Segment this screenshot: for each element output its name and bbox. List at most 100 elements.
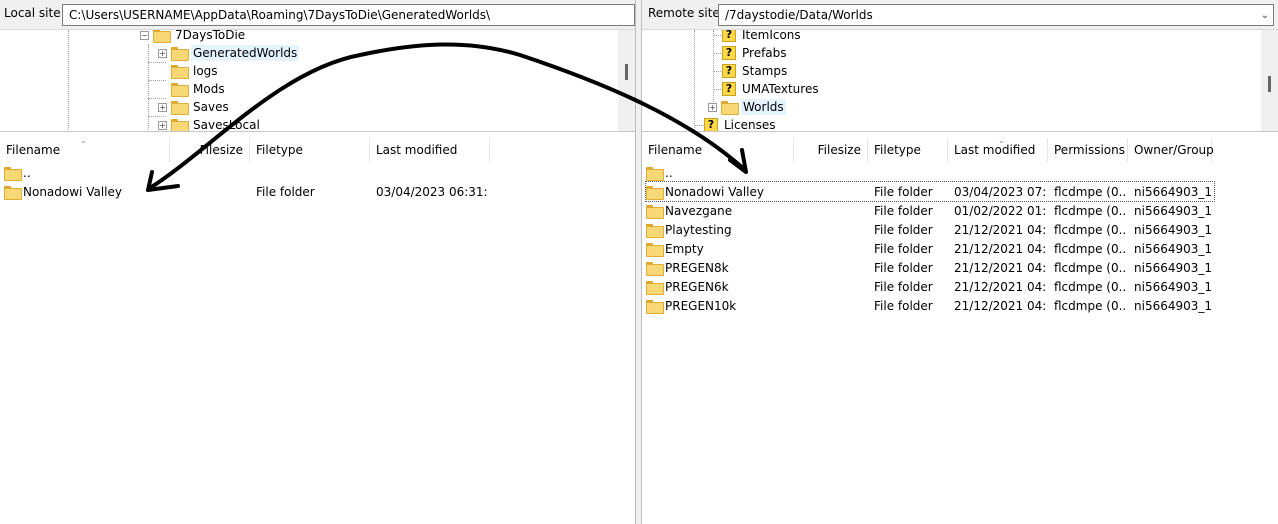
local-tree-item-7daystodie[interactable]: − 7DaysToDie [140,30,247,44]
file-name: Playtesting [665,222,732,237]
local-tree-item-saveslocal[interactable]: + SavesLocal [158,116,262,131]
file-type: File folder [256,184,315,199]
file-type: File folder [874,260,933,275]
expand-icon[interactable]: + [708,102,717,112]
file-row[interactable]: PREGEN6k File folder 21/12/2021 04:... flcd… [646,277,1214,296]
file-permissions [1054,163,1126,182]
folder-icon [646,185,664,200]
column-filesize[interactable]: Filesize [794,138,868,162]
remote-tree-item-licenses[interactable]: ? Licenses [704,116,778,131]
remote-site-label: Remote site: [648,6,724,20]
file-owner-group: ni5664903_1... [1134,184,1212,199]
column-filetype[interactable]: Filetype [868,138,948,162]
file-owner-group: ni5664903_1... [1134,203,1212,218]
folder-icon [646,242,664,257]
unknown-folder-icon: ? [722,30,736,42]
folder-icon [171,83,189,97]
folder-icon [171,47,189,61]
scrollbar-thumb[interactable] [1268,76,1271,92]
file-type: File folder [874,298,933,313]
file-row-parent[interactable]: .. [646,163,1214,182]
file-modified: 21/12/2021 04:... [954,241,1046,256]
file-permissions: flcdmpe (0... [1054,279,1126,294]
remote-site-bar: Remote site: /7daystodie/Data/Worlds ⌄ [642,0,1278,30]
file-permissions: flcdmpe (0... [1054,203,1126,218]
file-type: File folder [874,184,933,199]
collapse-icon[interactable]: − [140,30,149,40]
file-modified: 21/12/2021 04:... [954,222,1046,237]
file-permissions: flcdmpe (0... [1054,241,1126,256]
file-modified: 03/04/2023 06:31:1... [376,184,488,199]
folder-icon [171,65,189,79]
remote-tree-item-itemicons[interactable]: ? ItemIcons [722,30,803,44]
expand-icon[interactable]: + [158,102,167,112]
remote-tree-scrollbar[interactable] [1261,30,1278,131]
file-owner-group: ni5664903_1... [1134,222,1212,237]
local-path-combo[interactable]: C:\Users\USERNAME\AppData\Roaming\7DaysT… [62,4,635,26]
file-modified: 21/12/2021 04:... [954,298,1046,313]
column-filename[interactable]: Filename [0,138,170,162]
remote-tree-item-stamps[interactable]: ? Stamps [722,62,789,80]
file-permissions: flcdmpe (0... [1054,260,1126,275]
file-name: Empty [665,241,704,256]
remote-tree-item-worlds[interactable]: + Worlds [708,98,786,116]
remote-pane: Remote site: /7daystodie/Data/Worlds ⌄ ?… [641,0,1278,524]
local-site-label: Local site: [4,6,65,20]
file-modified: 21/12/2021 04:... [954,260,1046,275]
file-permissions: flcdmpe (0... [1054,184,1126,199]
folder-icon [171,101,189,115]
local-path-value[interactable]: C:\Users\USERNAME\AppData\Roaming\7DaysT… [69,8,490,22]
local-tree-item-generatedworlds[interactable]: + GeneratedWorlds [158,44,300,62]
local-tree-item-saves[interactable]: + Saves [158,98,231,116]
file-row[interactable]: Playtesting File folder 21/12/2021 04:... f… [646,220,1214,239]
file-row[interactable]: PREGEN10k File folder 21/12/2021 04:... flc… [646,296,1214,315]
file-modified: 03/04/2023 07:... [954,184,1046,199]
file-row[interactable]: Navezgane File folder 01/02/2022 01:... flc… [646,201,1214,220]
folder-icon [646,223,664,238]
column-filename[interactable]: Filename [642,138,794,162]
unknown-folder-icon: ? [722,64,736,78]
ftp-client-window: Local site: C:\Users\USERNAME\AppData\Ro… [0,0,1278,524]
file-name: PREGEN8k [665,260,729,275]
file-owner-group [1134,163,1212,182]
file-type: File folder [874,279,933,294]
column-permissions[interactable]: Permissions [1048,138,1128,162]
unknown-folder-icon: ? [722,46,736,60]
file-row-parent[interactable]: .. [0,163,630,182]
file-modified: 21/12/2021 04:... [954,279,1046,294]
column-owner-group[interactable]: Owner/Group [1128,138,1214,162]
file-owner-group: ni5664903_1... [1134,241,1212,256]
folder-icon [4,185,22,200]
file-row[interactable]: Nonadowi Valley File folder 03/04/2023 07:… [645,181,1215,202]
file-modified: 01/02/2022 01:... [954,203,1046,218]
folder-icon [646,204,664,219]
file-row[interactable]: Empty File folder 21/12/2021 04:... flcdmpe… [646,239,1214,258]
folder-icon [646,280,664,295]
local-directory-tree[interactable]: − 7DaysToDie + GeneratedWorlds logs Mods… [0,30,635,132]
file-owner-group: ni5664903_1... [1134,279,1212,294]
local-tree-scrollbar[interactable] [618,30,635,131]
expand-icon[interactable]: + [158,120,167,130]
scrollbar-thumb[interactable] [625,64,628,80]
file-row[interactable]: Nonadowi Valley File folder 03/04/2023 0… [0,182,630,201]
file-name: Navezgane [665,203,733,218]
column-filetype[interactable]: Filetype [250,138,370,162]
remote-path-combo[interactable]: /7daystodie/Data/Worlds ⌄ [718,4,1274,26]
remote-path-value[interactable]: /7daystodie/Data/Worlds [725,8,873,22]
folder-icon [171,119,189,131]
chevron-down-icon[interactable]: ⌄ [1257,5,1273,25]
file-name: Nonadowi Valley [23,184,122,199]
file-name: .. [23,165,31,180]
column-last-modified[interactable]: Last modified [948,138,1048,162]
local-tree-item-logs[interactable]: logs [158,62,220,80]
column-last-modified[interactable]: Last modified [370,138,490,162]
file-row[interactable]: PREGEN8k File folder 21/12/2021 04:... flcd… [646,258,1214,277]
expand-icon[interactable]: + [158,48,167,58]
file-name: Nonadowi Valley [665,184,764,199]
column-filesize[interactable]: Filesize [170,138,250,162]
local-tree-item-mods[interactable]: Mods [158,80,227,98]
file-modified [954,163,1046,182]
remote-directory-tree[interactable]: ? ItemIcons ? Prefabs ? Stamps ? UMAText… [642,30,1278,132]
remote-tree-item-prefabs[interactable]: ? Prefabs [722,44,789,62]
remote-tree-item-umatextures[interactable]: ? UMATextures [722,80,821,98]
